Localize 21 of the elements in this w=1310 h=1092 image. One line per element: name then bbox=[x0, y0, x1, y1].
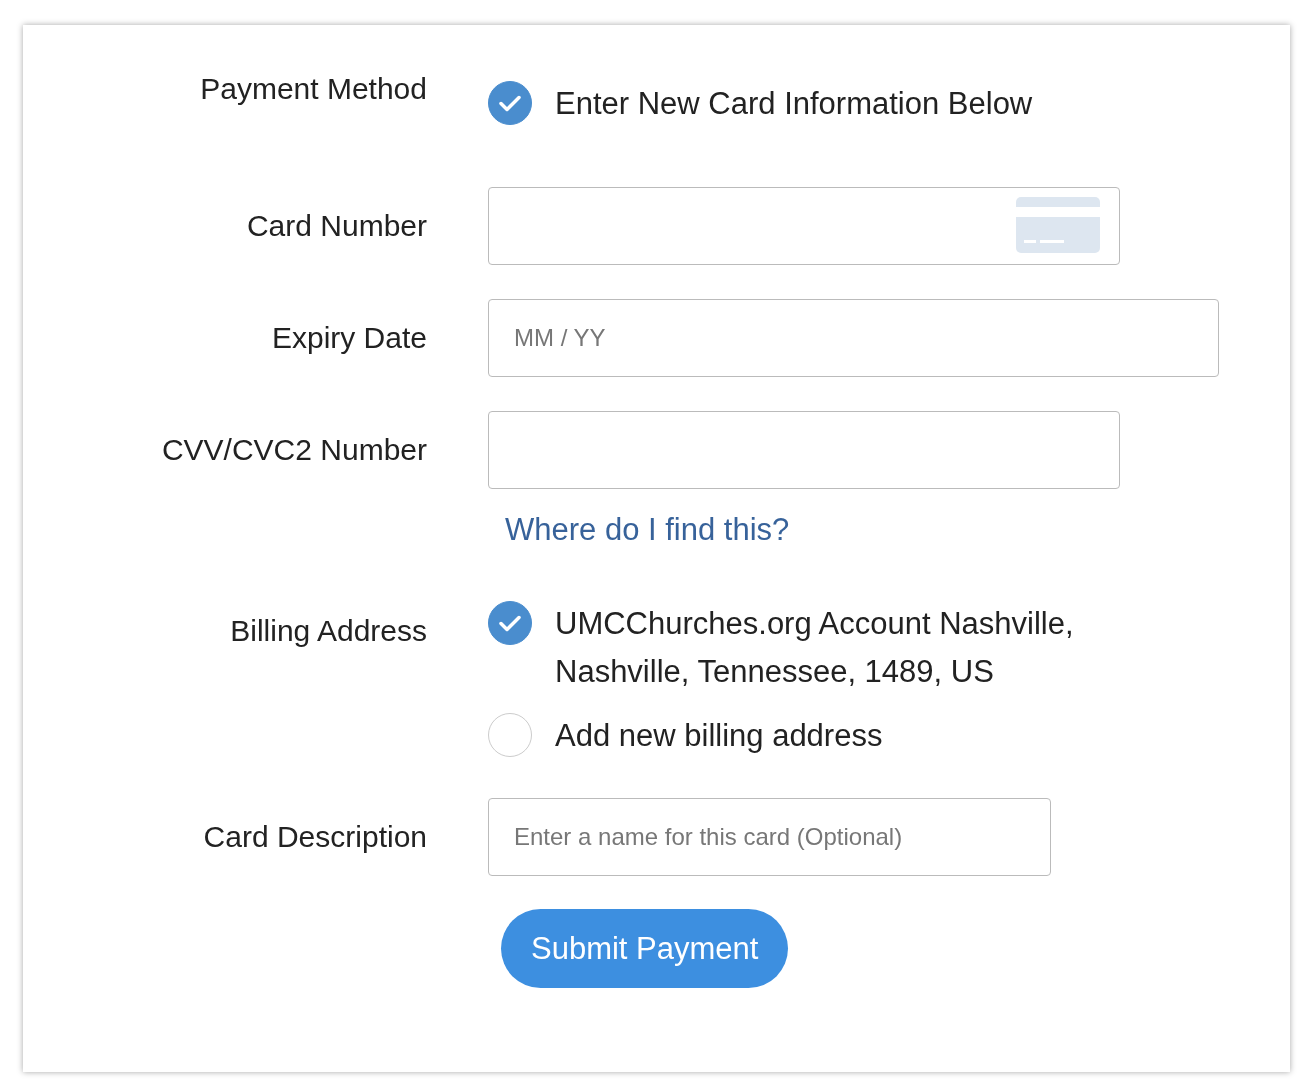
field-label: Billing Address bbox=[229, 614, 427, 648]
option-label: UMCChurches.org Account Nashville, Nashville, Tennessee, 1489, US bbox=[555, 605, 1075, 691]
option-label: Enter New Card Information Below bbox=[555, 85, 1034, 123]
field-label: Card Description bbox=[202, 820, 427, 854]
option-label: Add new billing address bbox=[555, 717, 884, 755]
field-label: Payment Method bbox=[199, 72, 427, 106]
field-label: Card Number bbox=[245, 209, 427, 243]
help-link[interactable]: Where do I find this? bbox=[505, 512, 790, 547]
radio-button[interactable] bbox=[488, 601, 532, 645]
submit-button[interactable]: Submit Payment bbox=[501, 909, 789, 988]
check-icon bbox=[500, 96, 519, 111]
credit-card-icon bbox=[1016, 197, 1100, 253]
input-field[interactable] bbox=[488, 411, 1120, 489]
check-icon bbox=[500, 616, 519, 631]
field-label: CVV/CVC2 Number bbox=[160, 433, 427, 467]
input-field[interactable]: Enter a name for this card (Optional) bbox=[488, 798, 1051, 876]
input-field[interactable] bbox=[488, 187, 1120, 265]
field-label: Expiry Date bbox=[270, 321, 427, 355]
input-field[interactable]: MM / YY bbox=[488, 299, 1219, 377]
radio-button[interactable] bbox=[488, 81, 532, 125]
radio-button[interactable] bbox=[488, 713, 532, 757]
